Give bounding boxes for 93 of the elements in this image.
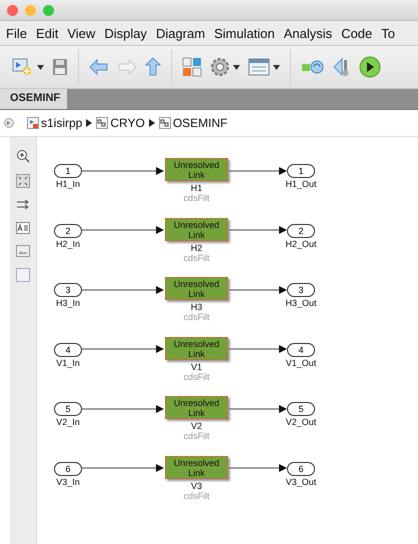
block-name: V2	[190, 421, 202, 431]
left-arrow-icon	[89, 59, 109, 75]
subsystem-icon	[158, 117, 171, 129]
menu-item[interactable]: Edit	[36, 26, 58, 40]
outport-block: 4	[287, 342, 315, 356]
inport-block: 1	[54, 164, 82, 178]
inport-block: 5	[54, 402, 82, 416]
fit-view-icon[interactable]	[16, 174, 30, 188]
signal-arrow	[229, 345, 287, 353]
unresolved-link-block: Unresolved Link	[165, 456, 228, 478]
unresolved-link-block: Unresolved Link	[165, 277, 228, 300]
up-arrow-icon	[145, 57, 161, 77]
breadcrumb-item[interactable]: CRYO	[96, 116, 145, 130]
inport-label: V3_In	[56, 476, 80, 486]
menu-item[interactable]: To	[381, 26, 395, 40]
explorer-toggle-icon[interactable]	[4, 118, 14, 128]
breadcrumb-item[interactable]: s1isirpp	[27, 116, 82, 130]
block-source: cdsFilt	[183, 490, 210, 500]
outport-label: V2_Out	[286, 417, 316, 427]
block-name: H1	[190, 183, 202, 193]
refresh-block-icon	[301, 59, 325, 75]
menu-item[interactable]: Display	[104, 26, 147, 40]
settings-button[interactable]	[208, 55, 242, 79]
outport-block: 2	[287, 224, 315, 238]
right-arrow-icon	[117, 59, 137, 75]
breadcrumb-item[interactable]: OSEMINF	[158, 116, 228, 130]
model-icon	[27, 117, 39, 129]
outport-label: H3_Out	[285, 298, 317, 308]
outport-block: 1	[287, 164, 315, 178]
menu-item[interactable]: Diagram	[156, 26, 206, 40]
inport-label: H3_In	[56, 298, 80, 308]
block-source: cdsFilt	[183, 252, 210, 262]
inport-block: 4	[54, 342, 82, 356]
explorer-button[interactable]	[246, 56, 282, 78]
save-button[interactable]	[50, 56, 70, 78]
block-source: cdsFilt	[183, 193, 210, 203]
separator-arrow-icon	[148, 119, 155, 127]
new-model-icon	[12, 57, 34, 77]
image-icon[interactable]	[16, 245, 30, 257]
separator-arrow-icon	[86, 119, 92, 127]
signal-arrow	[229, 464, 287, 472]
outport-label: V3_Out	[286, 476, 316, 486]
inport-label: V2_In	[56, 417, 80, 427]
outport-block: 3	[287, 283, 315, 297]
model-tab[interactable]: OSEMINF	[0, 89, 68, 109]
signal-arrow	[229, 404, 287, 412]
block-source: cdsFilt	[183, 312, 210, 322]
menu-item[interactable]: Simulation	[214, 26, 275, 40]
inport-label: V1_In	[56, 358, 80, 368]
zoom-button[interactable]	[43, 4, 54, 16]
inport-label: H2_In	[56, 238, 80, 248]
block-source: cdsFilt	[183, 372, 210, 382]
inport-block: 3	[54, 283, 82, 297]
block-name: V3	[190, 480, 202, 490]
unresolved-link-block: Unresolved Link	[165, 336, 228, 360]
outport-label: H1_Out	[285, 179, 317, 189]
menu-item[interactable]: File	[6, 26, 27, 40]
caret-icon	[273, 64, 280, 70]
annotation-icon[interactable]	[16, 222, 30, 234]
library-browser-button[interactable]	[180, 55, 204, 79]
run-button[interactable]	[357, 54, 383, 80]
outport-block: 5	[287, 402, 315, 416]
unresolved-link-block: Unresolved Link	[165, 158, 228, 181]
arrows-icon[interactable]	[16, 199, 30, 211]
signal-arrow	[229, 166, 287, 174]
block-name: H3	[190, 302, 202, 312]
caret-icon	[233, 64, 240, 70]
inport-block: 2	[54, 224, 82, 238]
inport-label: H1_In	[56, 179, 80, 189]
play-icon	[359, 56, 381, 78]
menu-item[interactable]: View	[67, 26, 96, 40]
unresolved-link-block: Unresolved Link	[165, 218, 228, 240]
zoom-in-icon[interactable]	[16, 149, 30, 163]
close-button[interactable]	[7, 4, 18, 16]
area-icon[interactable]	[16, 268, 30, 282]
signal-arrow	[229, 286, 287, 294]
block-source: cdsFilt	[183, 431, 210, 441]
block-name: H2	[190, 242, 202, 252]
unresolved-link-block: Unresolved Link	[165, 396, 228, 419]
outport-block: 6	[287, 462, 315, 476]
menu-item[interactable]: Analysis	[284, 26, 332, 40]
outport-label: V1_Out	[286, 358, 316, 368]
block-name: V1	[190, 362, 202, 372]
caret-icon	[37, 64, 44, 70]
inport-block: 6	[54, 462, 82, 476]
menu-item[interactable]: Code	[341, 26, 372, 40]
grid-icon	[182, 57, 202, 77]
signal-arrow	[229, 226, 287, 234]
subsystem-icon	[96, 117, 108, 129]
gear-icon	[210, 57, 230, 77]
step-back-icon	[333, 57, 351, 77]
outport-label: H2_Out	[285, 238, 317, 248]
window-icon	[248, 58, 270, 76]
